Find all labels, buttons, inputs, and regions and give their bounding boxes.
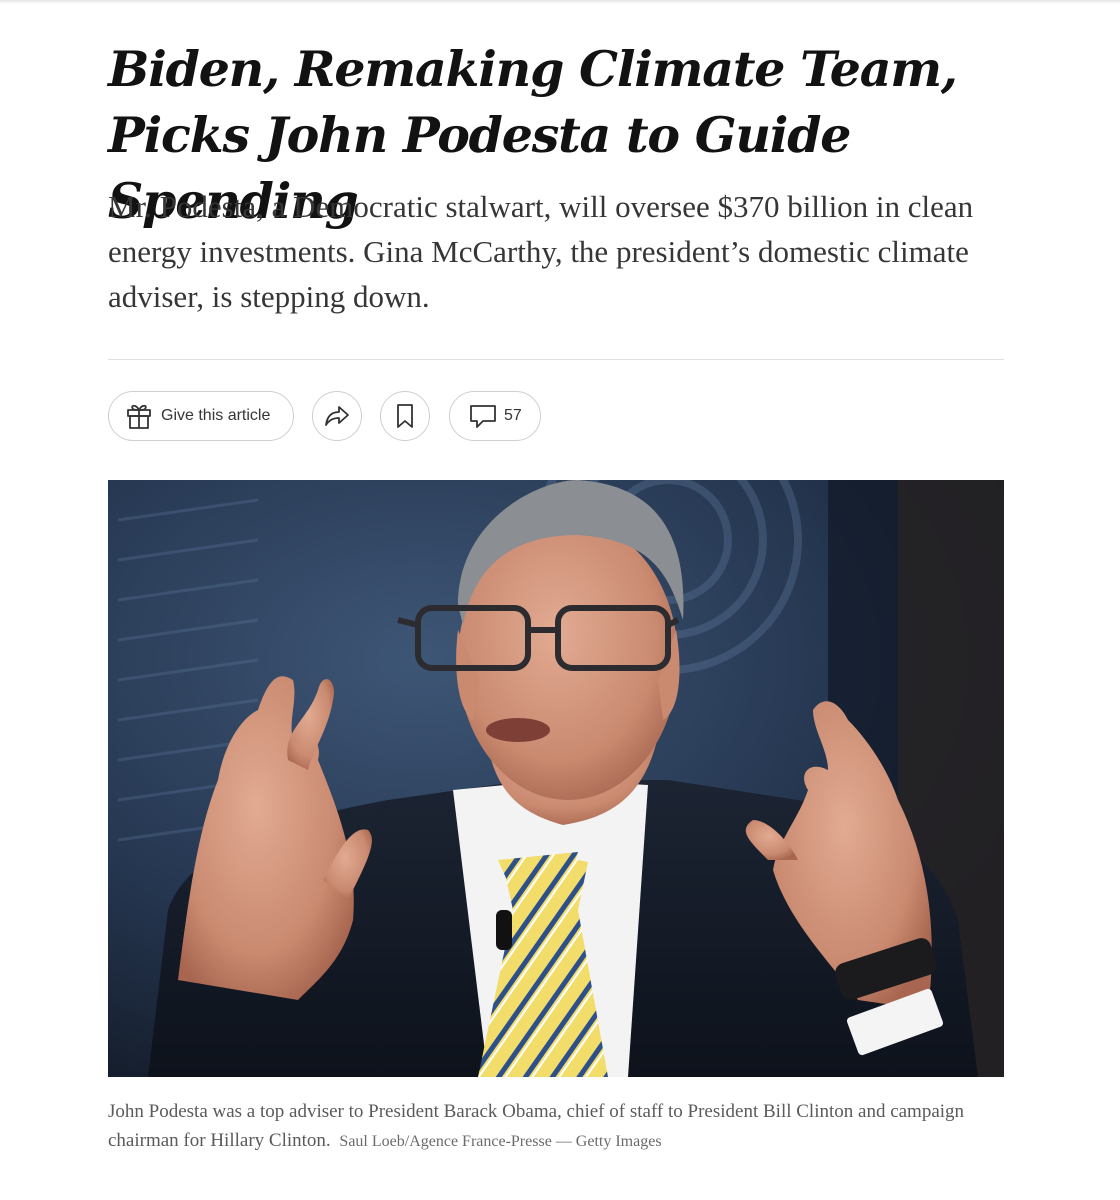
comments-button[interactable]: 57 [449,391,541,441]
share-arrow-icon [323,402,351,430]
gift-icon [124,401,154,431]
photo-caption: John Podesta was a top adviser to Presid… [108,1097,978,1156]
share-button[interactable] [312,391,362,441]
comment-count: 57 [504,407,522,424]
article-toolbar: Give this article 57 [108,391,1004,441]
give-article-button[interactable]: Give this article [108,391,294,441]
photo-illustration [108,480,1004,1077]
top-shadow-line [0,0,1120,4]
give-article-label: Give this article [161,407,271,424]
photo-credit: Saul Loeb/Agence France-Presse — Getty I… [339,1133,662,1150]
save-bookmark-button[interactable] [380,391,430,441]
comment-bubble-icon [468,402,498,430]
divider [108,359,1004,360]
lead-photo [108,480,1004,1077]
bookmark-icon [393,402,417,430]
article-summary: Mr. Podesta, a Democratic stalwart, will… [108,189,974,314]
